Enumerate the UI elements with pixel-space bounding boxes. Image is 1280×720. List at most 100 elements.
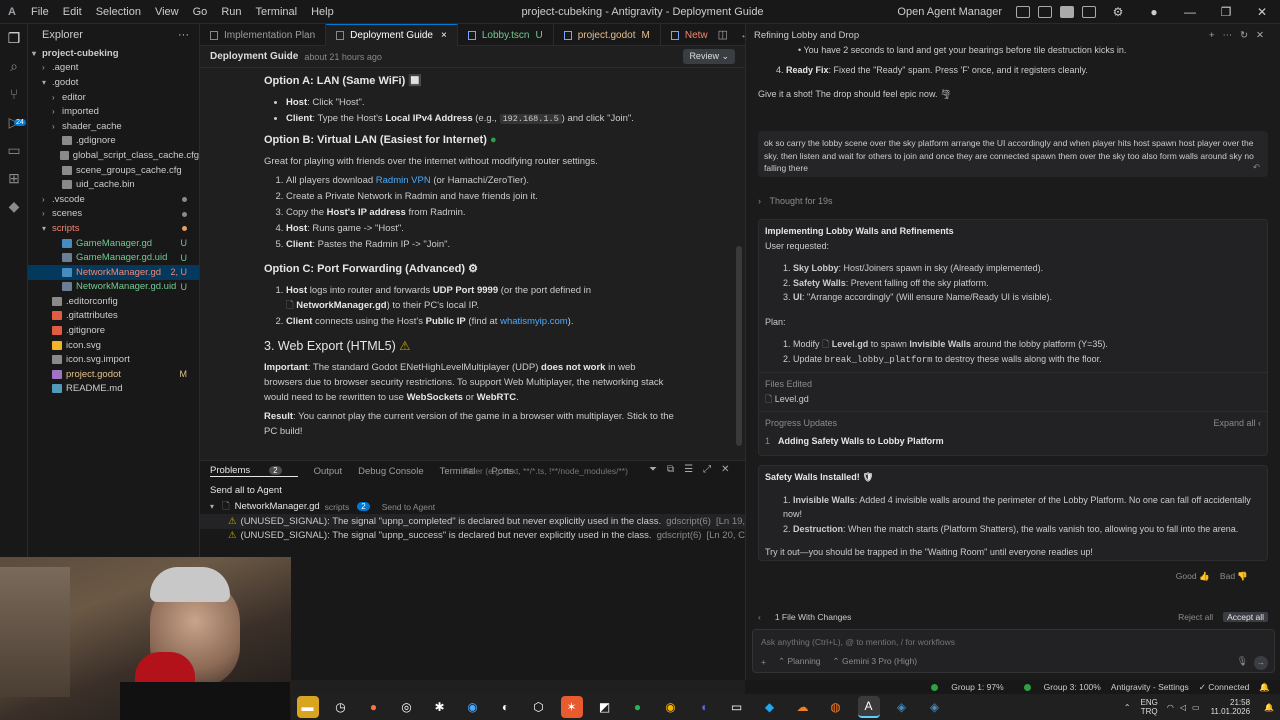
whatismyip-link[interactable]: whatismyip.com — [500, 316, 568, 327]
remote-explorer-icon[interactable]: ▭ — [0, 136, 28, 164]
tree-file[interactable]: .gitignore — [28, 323, 199, 338]
filter-icon[interactable]: ⏷ — [649, 464, 657, 475]
tree-file[interactable]: .editorconfig — [28, 294, 199, 309]
close-tab-icon[interactable]: × — [441, 30, 447, 41]
steam-app-icon[interactable]: ◐ — [495, 696, 517, 718]
tree-folder[interactable]: ▾ .godot — [28, 75, 199, 90]
search-icon[interactable]: ⌕ — [0, 52, 28, 80]
undo-icon[interactable]: ↶ — [1253, 161, 1260, 174]
notifications-bell-icon[interactable]: 🔔 — [1264, 703, 1274, 712]
split-editor-icon[interactable]: ◫ — [718, 28, 728, 41]
good-feedback-button[interactable]: Good 👍 — [1176, 571, 1210, 581]
problem-row[interactable]: ⚠ (UNUSED_SIGNAL): The signal "upnp_succ… — [200, 529, 763, 544]
more-actions-icon[interactable]: ⋯ — [1223, 30, 1241, 41]
toggle-sidebar-icon[interactable] — [1016, 6, 1030, 18]
tree-file[interactable]: scene_groups_cache.cfg — [28, 163, 199, 178]
thought-toggle[interactable]: › Thought for 19s — [758, 194, 1268, 209]
source-control-icon[interactable]: ⑂ — [0, 80, 28, 108]
tab-lobby-tscn[interactable]: Lobby.tscn U — [458, 24, 554, 46]
tree-folder[interactable]: › .vscode — [28, 192, 199, 207]
menu-edit[interactable]: Edit — [63, 6, 82, 18]
close-panel-icon[interactable]: ✕ — [721, 464, 729, 475]
customize-layout-icon[interactable] — [1082, 6, 1096, 18]
discord-app-icon[interactable]: ◖ — [693, 696, 715, 718]
more-actions-icon[interactable]: ··· — [178, 29, 189, 41]
tab-output[interactable]: Output — [314, 466, 343, 477]
agent-chat-input[interactable] — [761, 636, 1261, 648]
tab-deployment-guide[interactable]: Deployment Guide × — [326, 24, 458, 46]
group3-status[interactable]: Group 3: 100% — [1014, 682, 1101, 692]
open-agent-manager-button[interactable]: Open Agent Manager — [897, 6, 1002, 18]
firefox-app-icon[interactable]: ● — [363, 696, 385, 718]
chevron-left-icon[interactable]: ‹ — [758, 612, 761, 622]
app-icon[interactable]: ◎ — [396, 696, 418, 718]
tree-file[interactable]: GameManager.gd U — [28, 236, 199, 251]
tab-debug-console[interactable]: Debug Console — [358, 466, 424, 477]
tree-folder[interactable]: › editor — [28, 90, 199, 105]
tree-folder[interactable]: › imported — [28, 104, 199, 119]
tree-file[interactable]: README.md — [28, 382, 199, 397]
vscode-app-icon[interactable]: ◆ — [759, 696, 781, 718]
review-button[interactable]: Review ⌄ — [683, 49, 735, 64]
blender-app-icon[interactable]: ◍ — [825, 696, 847, 718]
minimize-button[interactable]: — — [1172, 5, 1208, 19]
clock-app-icon[interactable]: ◷ — [330, 696, 352, 718]
problems-filter-input[interactable] — [464, 464, 654, 478]
editor-scrollbar[interactable] — [736, 246, 742, 446]
file-link[interactable]: 🗋 NetworkManager.gd — [286, 300, 387, 311]
progress-item[interactable]: 1 Adding Safety Walls to Lobby Platform — [765, 434, 1261, 449]
new-chat-icon[interactable]: + — [1209, 30, 1223, 41]
bad-feedback-button[interactable]: Bad 👎 — [1220, 571, 1248, 581]
tree-folder[interactable]: › shader_cache — [28, 119, 199, 134]
connected-status[interactable]: ✓ Connected — [1199, 682, 1250, 693]
tree-file[interactable]: global_script_class_cache.cfg — [28, 148, 199, 163]
chrome-app-icon[interactable]: ◉ — [660, 696, 682, 718]
tab-network[interactable]: Netw — [661, 24, 712, 46]
battery-icon[interactable]: ▭ — [1192, 703, 1200, 712]
app-icon[interactable]: ✶ — [560, 696, 583, 718]
tree-root[interactable]: ▾ project-cubeking — [28, 46, 199, 61]
tab-project-godot[interactable]: project.godot M — [554, 24, 661, 46]
bell-icon[interactable]: 🔔 — [1259, 682, 1270, 693]
godot-icon[interactable]: ◆ — [0, 192, 28, 220]
tree-file[interactable]: icon.svg.import — [28, 352, 199, 367]
terminal-app-icon[interactable]: ▭ — [726, 696, 748, 718]
problems-file-row[interactable]: ▾ 🗋 NetworkManager.gd scripts 2 Send to … — [200, 500, 745, 515]
antigravity-app-icon[interactable]: A — [857, 696, 880, 718]
tree-file[interactable]: NetworkManager.gd 2, U — [28, 264, 199, 280]
level-gd-link[interactable]: Level.gd — [832, 339, 869, 349]
close-icon[interactable]: ✕ — [1256, 30, 1272, 41]
menu-view[interactable]: View — [155, 6, 179, 18]
send-arrow-icon[interactable]: → — [1254, 656, 1268, 670]
tree-file[interactable]: .gdignore — [28, 134, 199, 149]
send-to-agent-button[interactable]: Send to Agent — [382, 502, 435, 512]
app-icon[interactable]: ◩ — [594, 696, 616, 718]
menu-go[interactable]: Go — [193, 6, 208, 18]
godot-app-icon[interactable]: ◈ — [891, 696, 913, 718]
slack-app-icon[interactable]: ✱ — [429, 696, 451, 718]
menu-file[interactable]: File — [31, 6, 49, 18]
tree-file[interactable]: GameManager.gd.uid U — [28, 250, 199, 265]
history-icon[interactable]: ↻ — [1240, 30, 1256, 41]
tree-file[interactable]: .gitattributes — [28, 309, 199, 324]
settings-gear-icon[interactable]: ⚙ — [1100, 5, 1136, 19]
language-indicator[interactable]: ENG TRQ — [1141, 698, 1158, 716]
tree-file[interactable]: icon.svg — [28, 338, 199, 353]
tree-folder[interactable]: › scenes — [28, 207, 199, 222]
settings-status[interactable]: Antigravity - Settings — [1111, 682, 1189, 692]
toggle-secondary-sidebar-icon[interactable] — [1060, 6, 1074, 18]
godot-app-icon[interactable]: ◈ — [924, 696, 946, 718]
extensions-icon[interactable]: ⊞ — [0, 164, 28, 192]
tree-file[interactable]: project.godot M — [28, 367, 199, 382]
view-as-tree-icon[interactable]: ☰ — [684, 464, 693, 475]
toggle-panel-icon[interactable] — [1038, 6, 1052, 18]
tab-implementation-plan[interactable]: Implementation Plan — [200, 24, 327, 46]
edited-file-link[interactable]: 🗋 Level.gd — [765, 392, 1261, 407]
microphone-icon[interactable]: 🎙 — [1237, 656, 1248, 667]
menu-help[interactable]: Help — [311, 6, 334, 18]
explorer-icon[interactable]: ❐ — [0, 24, 28, 52]
tree-file[interactable]: NetworkManager.gd.uid U — [28, 280, 199, 295]
send-all-to-agent-button[interactable]: Send all to Agent — [200, 483, 745, 498]
app-icon[interactable]: ◉ — [462, 696, 484, 718]
restore-button[interactable]: ❐ — [1208, 5, 1244, 19]
